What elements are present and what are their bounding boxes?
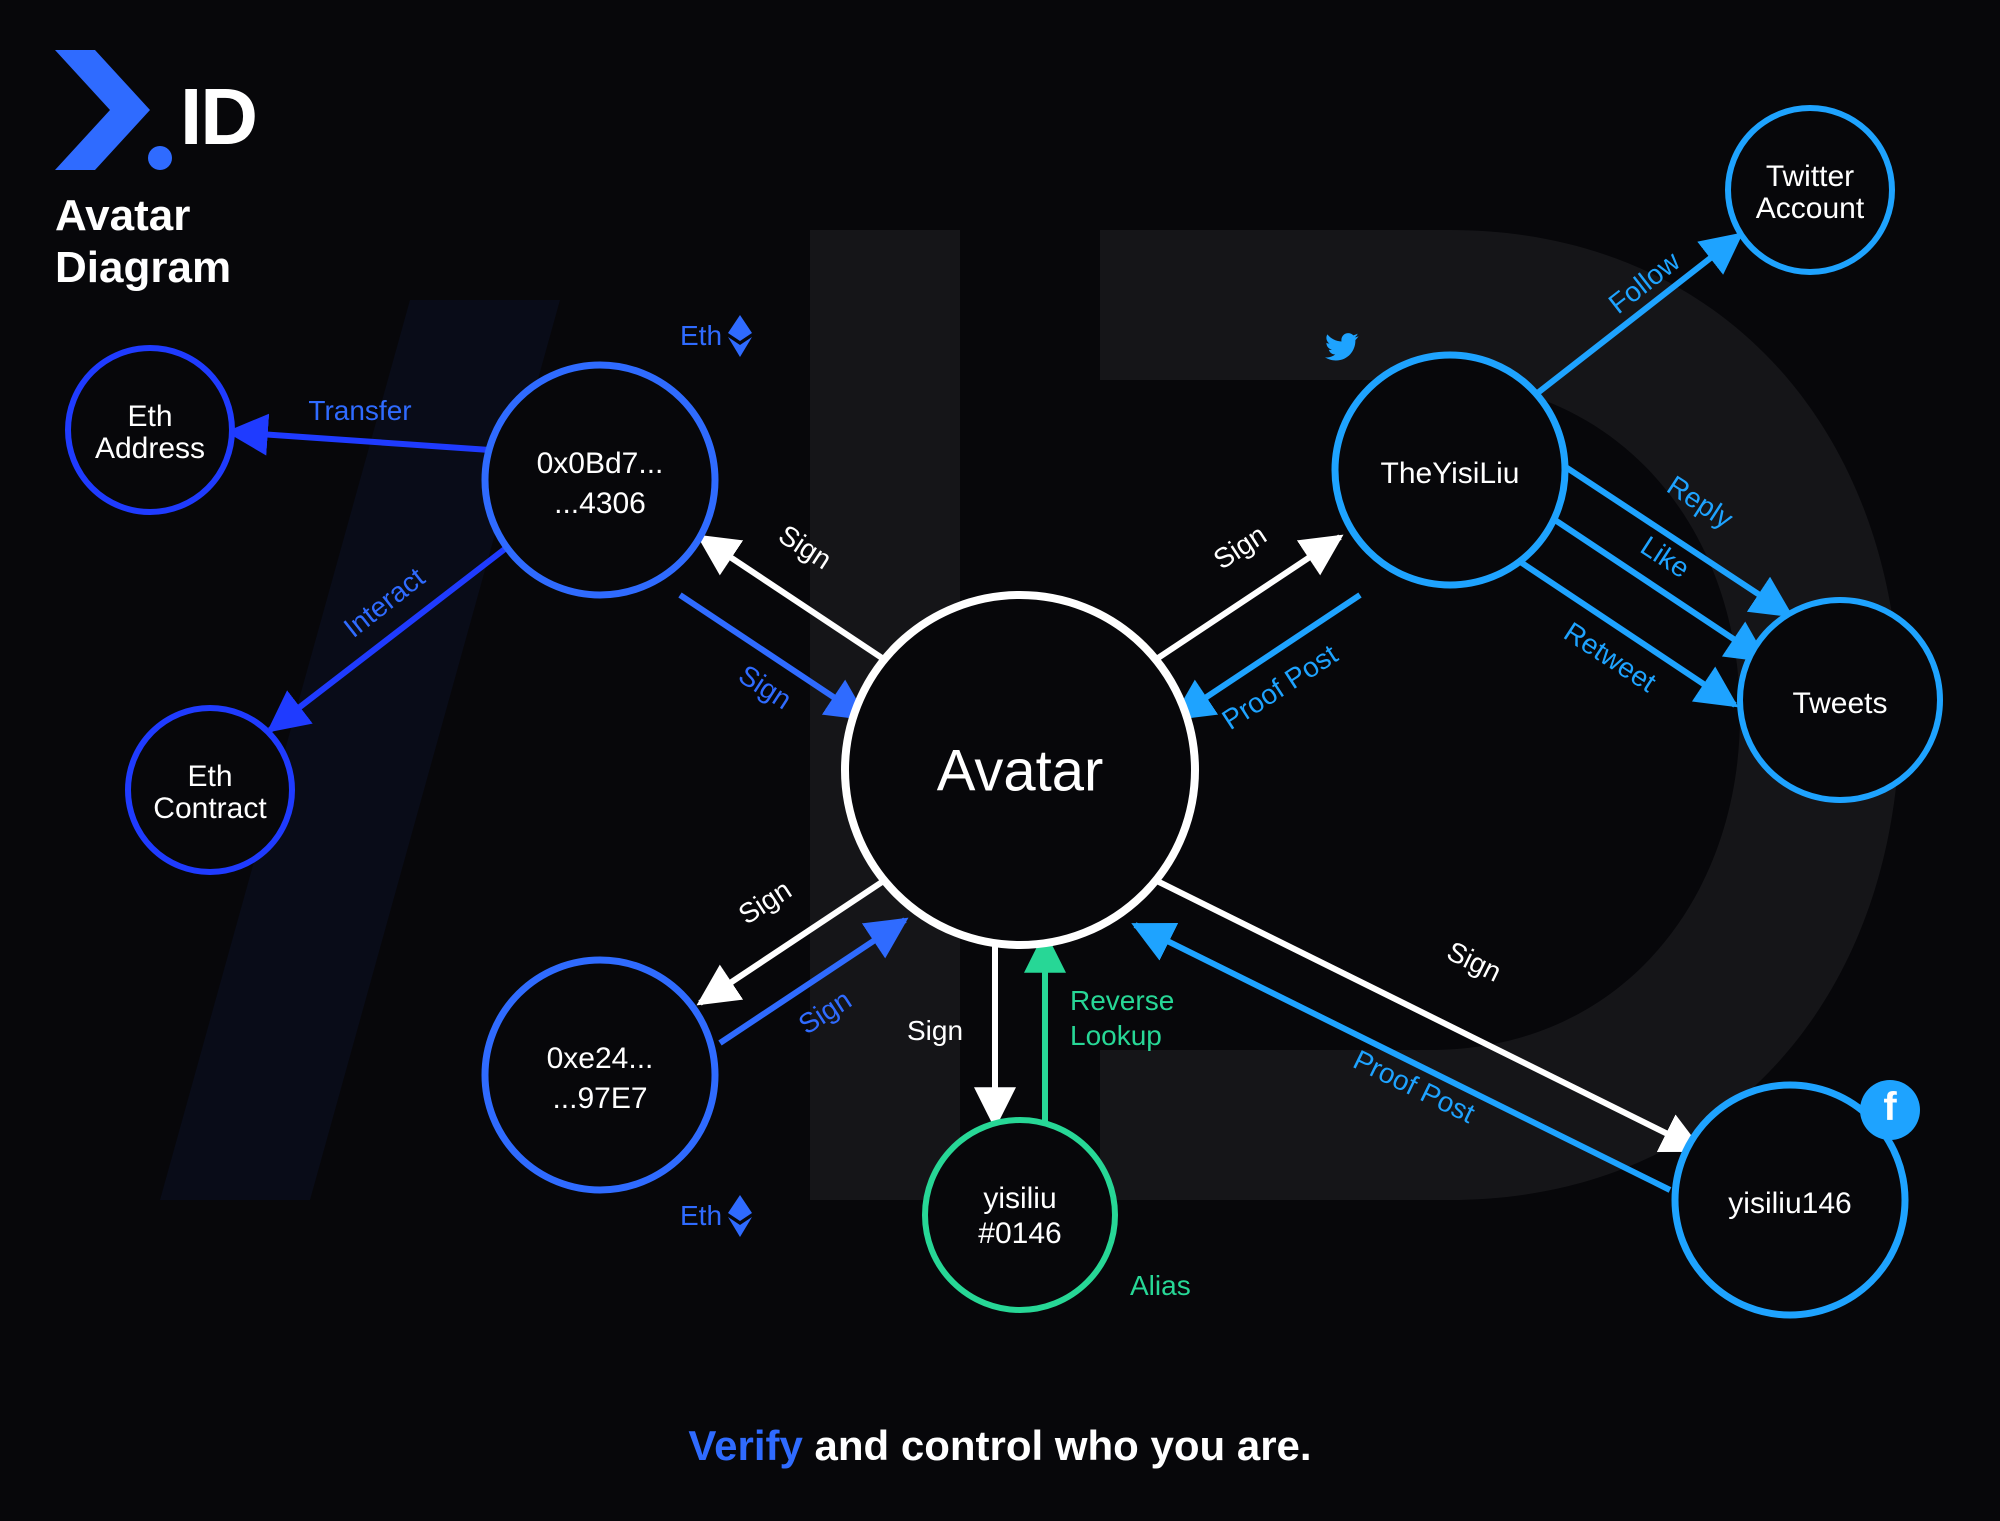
node-tweets: Tweets [1740,600,1940,800]
logo: ID Avatar Diagram [55,50,256,292]
edge-label-reverse-1: Reverse [1070,985,1174,1016]
node-eth-address-l2: Address [95,432,205,465]
node-eth2: 0xe24... ...97E7 Eth [485,960,752,1237]
node-eth1-tag: Eth [680,320,722,351]
node-twitter-acct-l1: Twitter [1766,160,1854,193]
node-fb-label: yisiliu146 [1728,1187,1851,1220]
node-alias-l1: yisiliu [983,1182,1056,1215]
node-facebook: yisiliu146 f [1675,1080,1920,1315]
node-eth1-line2: ...4306 [554,487,646,520]
node-avatar: Avatar [845,595,1195,945]
node-eth-contract-l1: Eth [187,760,232,793]
tagline-pre: Verify [688,1422,814,1469]
node-eth2-tag: Eth [680,1200,722,1231]
node-alias-l2: #0146 [978,1217,1061,1250]
tagline: Verify and control who you are. [688,1422,1311,1469]
edge-label-sign-7: Sign [907,1015,963,1046]
node-avatar-label: Avatar [937,738,1104,803]
svg-text:f: f [1883,1085,1897,1129]
logo-subtitle-2: Diagram [55,243,231,292]
logo-text: ID [180,72,256,161]
tagline-post: and control who you are. [815,1422,1312,1469]
avatar-diagram: ID Avatar Diagram Sign Sign Sign Sign Tr… [0,0,2000,1521]
node-twitter-account: Twitter Account [1728,108,1892,272]
ethereum-icon [728,1195,752,1237]
node-eth-address: Eth Address [68,348,232,512]
node-eth2-line1: 0xe24... [547,1042,654,1075]
node-eth-address-l1: Eth [127,400,172,433]
logo-chevron-icon [55,50,150,170]
node-twitter-acct-l2: Account [1756,192,1865,225]
edge-label-retweet: Retweet [1559,616,1662,698]
logo-subtitle-1: Avatar [55,191,190,240]
node-eth2-line2: ...97E7 [552,1082,647,1115]
edge-label-sign-5: Sign [1208,519,1272,576]
node-eth1-line1: 0x0Bd7... [537,447,664,480]
edge-label-transfer: Transfer [308,395,411,426]
edge-label-sign-6: Sign [1442,935,1506,987]
ethereum-icon [728,315,752,357]
edge-label-reverse-2: Lookup [1070,1020,1162,1051]
facebook-icon: f [1860,1080,1920,1140]
node-eth-contract: Eth Contract [128,708,292,872]
node-eth-contract-l2: Contract [153,792,267,825]
edge-label-proof-1: Proof Post [1217,638,1344,735]
node-twitter-label: TheYisiLiu [1381,457,1520,490]
node-tweets-label: Tweets [1792,687,1887,720]
edge-label-sign-3: Sign [733,874,797,931]
node-alias-tag: Alias [1130,1270,1191,1301]
